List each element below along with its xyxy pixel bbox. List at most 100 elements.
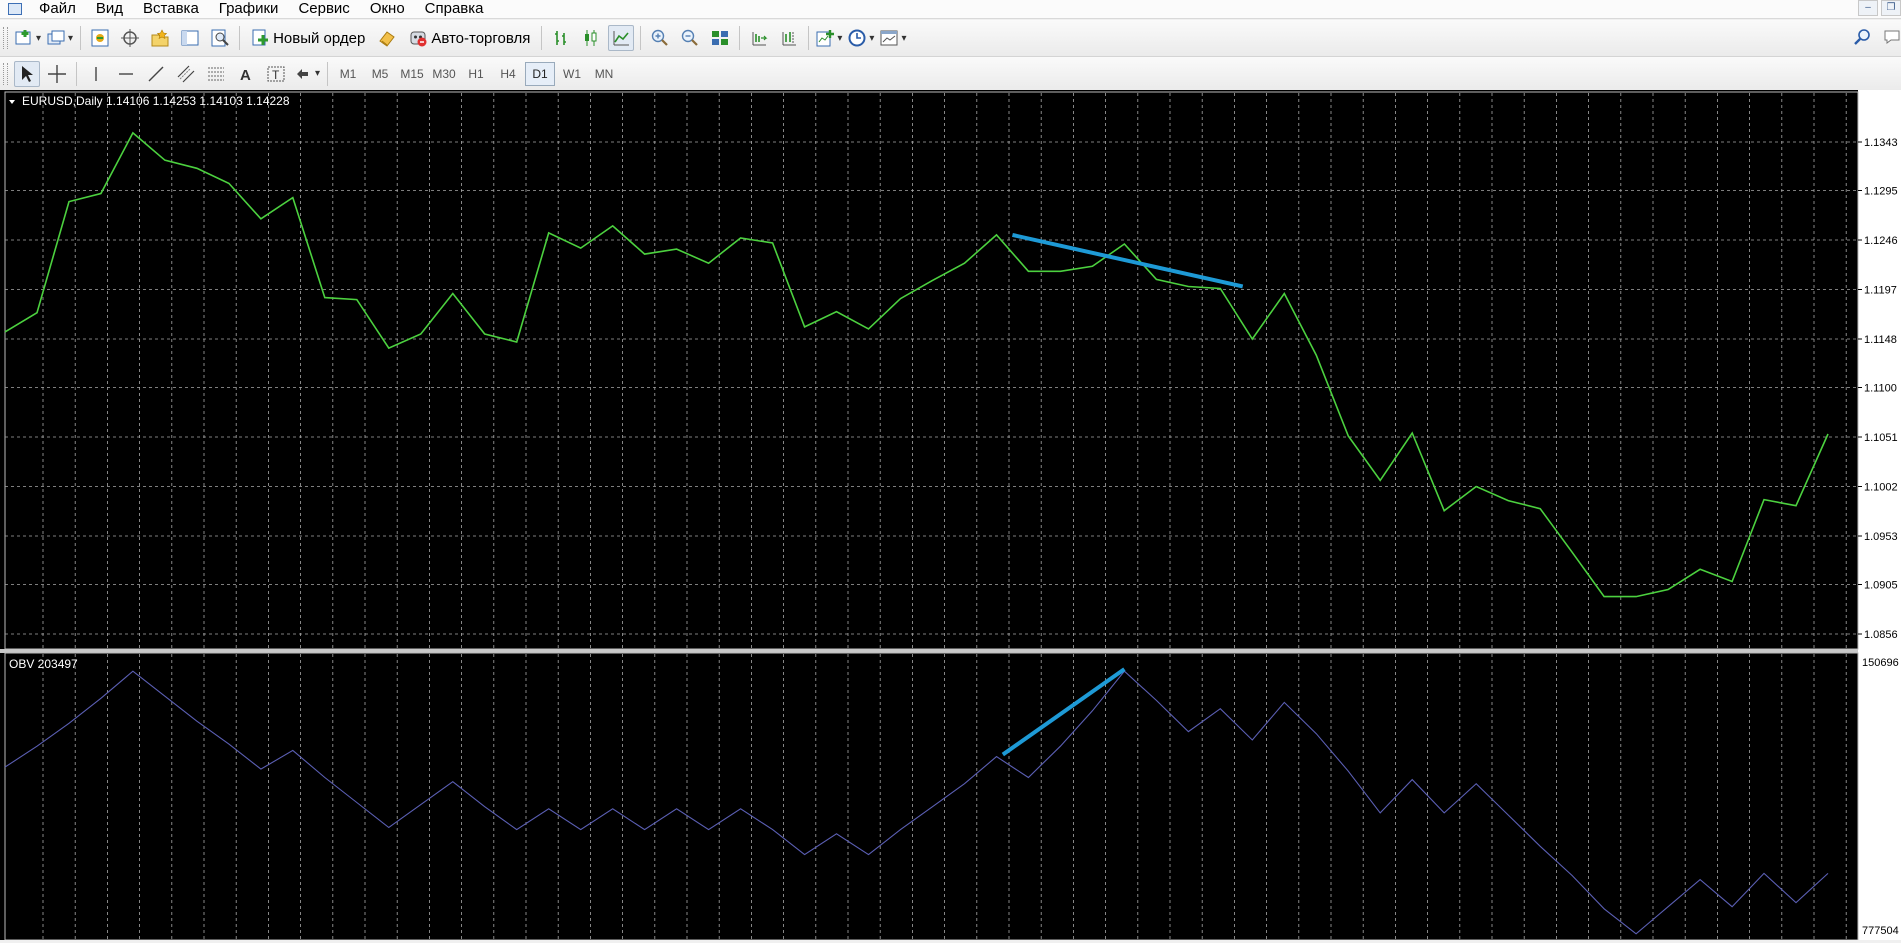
toolbar-grip[interactable] [3, 27, 8, 49]
menu-window[interactable]: Окно [362, 0, 417, 18]
profiles-button[interactable] [46, 25, 74, 51]
arrows-icon [294, 65, 312, 83]
timeframe-h4[interactable]: H4 [493, 62, 523, 86]
price-label: 1.1295 [1864, 185, 1898, 197]
line-chart-icon [612, 29, 630, 47]
chart-shift-icon [780, 29, 798, 47]
new-order-button[interactable]: Новый ордер [246, 25, 370, 51]
timeframe-d1[interactable]: D1 [525, 61, 556, 86]
timeframe-m5[interactable]: M5 [365, 62, 395, 86]
crosshair-icon [48, 64, 66, 83]
timeframe-m15[interactable]: M15 [397, 62, 427, 86]
search-icon[interactable] [1853, 28, 1871, 46]
app-icon [8, 3, 22, 15]
market-watch-icon [91, 29, 109, 47]
bar-chart-icon [552, 29, 570, 47]
menu-charts[interactable]: Графики [211, 0, 291, 18]
toolbar-separator [239, 26, 241, 50]
menu-view[interactable]: Вид [88, 0, 135, 18]
vertical-line-tool[interactable] [83, 61, 109, 87]
periods-button[interactable] [847, 25, 875, 51]
trendline-tool[interactable] [143, 61, 169, 87]
autotrading-label: Авто-торговля [431, 29, 531, 47]
metaeditor-button[interactable] [374, 25, 400, 51]
timeframe-m30[interactable]: M30 [429, 62, 459, 86]
horizontal-line-icon [117, 65, 135, 83]
auto-scroll-button[interactable] [746, 25, 772, 51]
price-label: 1.1002 [1864, 482, 1898, 494]
zoom-out-icon [681, 29, 699, 47]
timeframe-w1[interactable]: W1 [557, 62, 587, 86]
zoom-out-button[interactable] [677, 25, 703, 51]
terminal-window-icon [181, 29, 199, 47]
timeframe-mn[interactable]: MN [589, 62, 619, 86]
toolbar-separator [640, 26, 642, 50]
autotrading-button[interactable]: Авто-торговля [404, 25, 535, 51]
restore-button[interactable]: ❐ [1881, 0, 1901, 16]
candlestick-button[interactable] [578, 25, 604, 51]
terminal-button[interactable] [177, 25, 203, 51]
timeframe-m1[interactable]: M1 [333, 62, 363, 86]
pane-separator[interactable] [0, 649, 1858, 653]
strategy-tester-button[interactable] [207, 25, 233, 51]
menu-tools[interactable]: Сервис [290, 0, 361, 18]
bar-chart-button[interactable] [548, 25, 574, 51]
timeframe-h1[interactable]: H1 [461, 62, 491, 86]
chart-background [0, 90, 1901, 940]
vertical-line-icon [87, 65, 105, 83]
auto-scroll-icon [750, 29, 768, 47]
indicators-button[interactable] [815, 25, 843, 51]
price-label: 1.1051 [1864, 432, 1898, 444]
obv-top-label: 150696 [1862, 657, 1899, 669]
fibonacci-tool[interactable] [203, 61, 229, 87]
tile-windows-button[interactable] [707, 25, 733, 51]
chart-canvas[interactable]: 1.1343 1.1295 1.1246 1.1197 1.1148 1.1100 1.10… [0, 90, 1901, 941]
price-label: 1.1100 [1864, 382, 1897, 394]
navigator-button[interactable] [147, 25, 173, 51]
menu-insert[interactable]: Вставка [135, 0, 211, 18]
price-axis-strip [1858, 90, 1901, 940]
svg-text:T: T [272, 68, 280, 82]
profiles-icon [47, 29, 65, 47]
zoom-in-button[interactable] [647, 25, 673, 51]
market-watch-button[interactable] [87, 25, 113, 51]
svg-text:A: A [240, 67, 251, 83]
indicators-icon [816, 29, 835, 47]
menu-file[interactable]: Файл [31, 0, 88, 18]
line-chart-button[interactable] [608, 25, 635, 51]
toolbar-grip[interactable] [3, 62, 8, 85]
new-chart-button[interactable] [14, 25, 42, 51]
trendline-icon [147, 65, 165, 83]
chat-icon[interactable] [1883, 28, 1901, 46]
standard-toolbar: Новый ордер Авто-торговля [0, 20, 1901, 57]
data-window-button[interactable] [117, 25, 143, 51]
toolbar-separator [541, 26, 543, 50]
text-label-icon: T [267, 65, 285, 83]
text-tool[interactable]: A [233, 61, 259, 87]
templates-button[interactable] [879, 25, 907, 51]
crosshair-tool[interactable] [44, 61, 70, 87]
chart-window[interactable]: 1.1343 1.1295 1.1246 1.1197 1.1148 1.1100 1.10… [0, 90, 1901, 941]
chart-header: EURUSD,Daily 1.14106 1.14253 1.14103 1.1… [22, 94, 290, 108]
new-order-icon [251, 29, 269, 47]
price-label: 1.1148 [1864, 334, 1897, 346]
equidistant-channel-tool[interactable] [173, 61, 199, 87]
fibonacci-icon [207, 65, 225, 83]
magnifier-document-icon [211, 29, 229, 47]
toolbar-separator [80, 26, 82, 50]
horizontal-line-tool[interactable] [113, 61, 139, 87]
cursor-icon [18, 65, 36, 83]
text-label-tool[interactable]: T [263, 61, 289, 87]
arrows-tool[interactable] [293, 61, 321, 87]
chart-shift-button[interactable] [776, 25, 802, 51]
text-icon: A [237, 65, 255, 83]
price-label: 1.0856 [1864, 629, 1898, 641]
minimize-button[interactable]: ‒ [1858, 0, 1878, 16]
price-label: 1.1343 [1864, 137, 1898, 149]
menu-help[interactable]: Справка [417, 0, 496, 18]
candlestick-icon [582, 29, 600, 47]
cursor-tool[interactable] [14, 60, 40, 87]
toolbar-separator [808, 26, 810, 50]
obv-bottom-label: 777504 [1862, 925, 1899, 937]
price-label: 1.1246 [1864, 235, 1898, 247]
